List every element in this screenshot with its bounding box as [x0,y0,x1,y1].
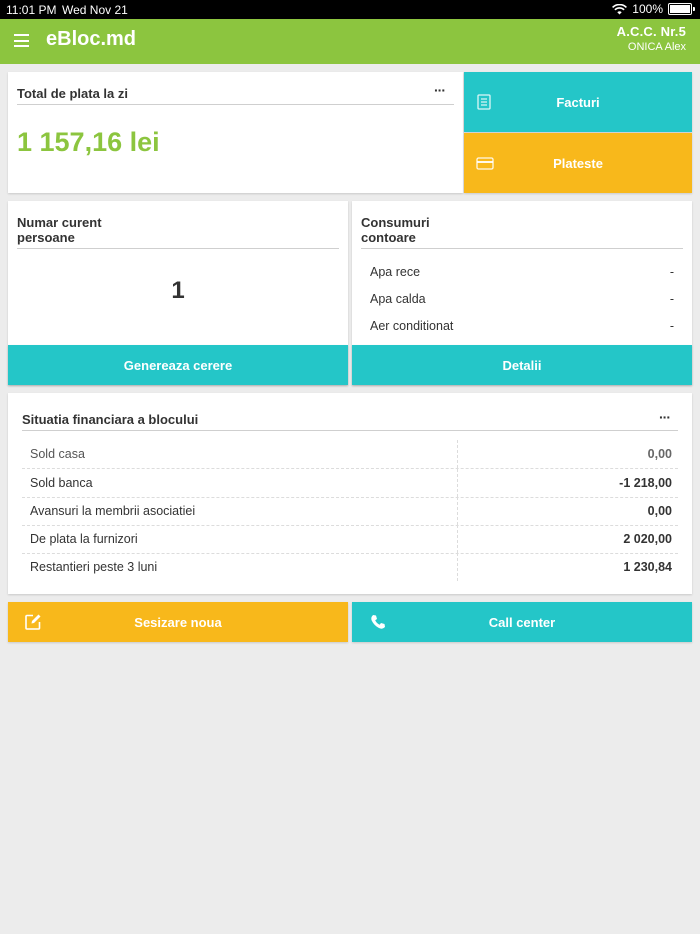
pay-label: Plateste [553,155,603,171]
meter-label: Aer conditionat [370,319,454,333]
meter-value: - [669,292,674,306]
finance-value: 0,00 [647,447,672,461]
edit-icon [25,614,41,630]
association-info[interactable]: A.C.C. Nr.5 ONICA Alex [617,24,686,53]
meter-label: Apa rece [370,265,421,279]
meter-label: Apa calda [370,292,426,306]
finance-row: Avansuri la membrii asociatiei 0,00 [22,497,678,526]
status-time: 11:01 PM [6,3,57,17]
phone-icon [371,615,385,629]
finance-row: Sold casa 0,00 [22,440,678,469]
finance-card: Situatia financiara a blocului ··· Sold … [8,393,692,594]
user-name: ONICA Alex [627,41,686,53]
details-label: Detalii [502,357,542,373]
finance-value: -1 218,00 [619,476,672,490]
new-report-button[interactable]: Sesizare noua [8,602,348,642]
finance-row: De plata la furnizori 2 020,00 [22,525,678,554]
finance-label: Sold banca [30,476,93,490]
battery-icon [668,3,695,15]
generate-request-button[interactable]: Genereaza cerere [8,345,348,385]
total-amount: 1 157,16 lei [17,127,160,157]
finance-label: De plata la furnizori [30,532,138,546]
persons-count: 1 [171,277,185,304]
call-center-button[interactable]: Call center [352,602,692,642]
invoices-label: Facturi [556,94,600,110]
call-center-label: Call center [488,614,556,630]
status-date: Wed Nov 21 [62,3,128,17]
status-bar: 11:01 PM Wed Nov 21 100% [0,0,700,19]
app-title: eBloc.md [46,28,137,50]
battery-percent: 100% [632,2,663,16]
meter-value: - [669,265,674,279]
meter-row: Aer conditionat - [370,319,674,333]
finance-more-icon[interactable]: ··· [659,409,671,425]
invoices-button[interactable]: Facturi [464,72,692,132]
meters-title: Consumuri contoare [361,215,430,245]
meter-row: Apa rece - [370,265,674,279]
association-name: A.C.C. Nr.5 [616,24,686,39]
finance-value: 1 230,84 [623,560,672,574]
generate-request-label: Genereaza cerere [123,357,233,373]
details-button[interactable]: Detalii [352,345,692,385]
total-more-icon[interactable]: ··· [434,82,446,98]
credit-card-icon [476,157,494,170]
finance-label: Sold casa [30,447,85,461]
meter-value: - [669,319,674,333]
persons-title: Numar curent persoane [17,215,102,245]
new-report-label: Sesizare noua [134,614,222,630]
finance-label: Avansuri la membrii asociatiei [30,504,196,518]
finance-row: Sold banca -1 218,00 [22,469,678,498]
document-icon [477,94,491,110]
meter-row: Apa calda - [370,292,674,306]
finance-value: 0,00 [647,504,672,518]
finance-value: 2 020,00 [623,532,672,546]
status-right: 100% [612,2,695,16]
total-title: Total de plata la zi [17,86,129,101]
wifi-icon [612,3,628,14]
finance-label: Restantieri peste 3 luni [30,560,158,574]
finance-title: Situatia financiara a blocului [22,412,199,427]
app-header: eBloc.md A.C.C. Nr.5 ONICA Alex [0,19,700,64]
total-card: Total de plata la zi ··· 1 157,16 lei [8,72,463,193]
pay-button[interactable]: Plateste [464,133,692,193]
hamburger-menu-icon[interactable] [14,34,29,47]
finance-row: Restantieri peste 3 luni 1 230,84 [22,553,678,581]
